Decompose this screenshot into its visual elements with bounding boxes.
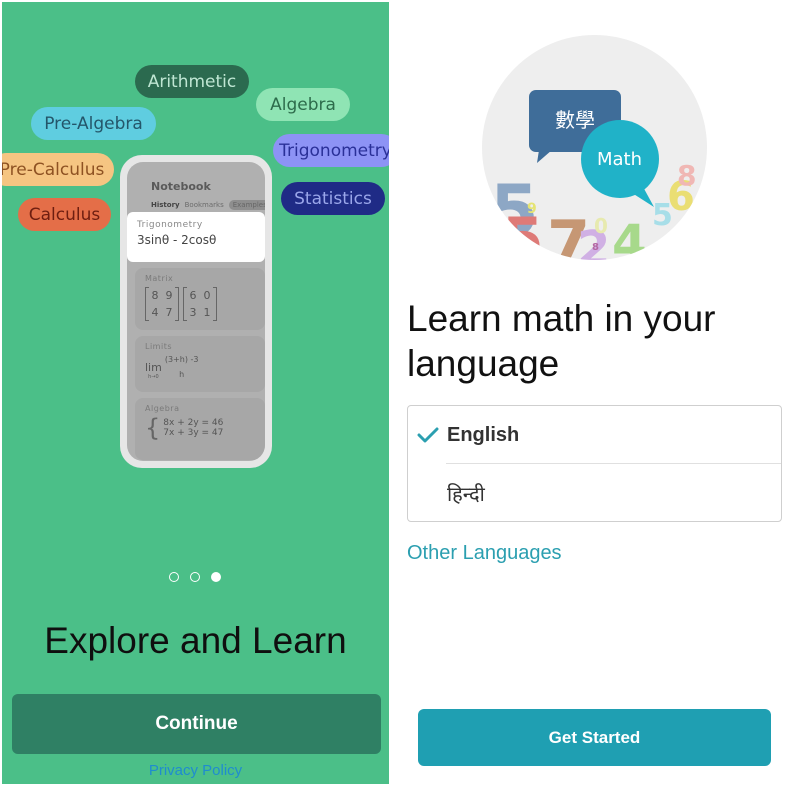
notebook-tab-examples: Examples — [228, 200, 265, 210]
language-option-english[interactable]: English — [408, 406, 781, 464]
matrix-cell: 7 — [165, 306, 173, 319]
language-list: English हिन्दी — [407, 405, 782, 522]
bubble-chinese-text: 數學 — [555, 108, 595, 132]
topic-chip-arithmetic: Arithmetic — [135, 65, 249, 98]
card-label: Limits — [145, 342, 172, 351]
language-label: हिन्दी — [447, 483, 485, 506]
card-label: Trigonometry — [137, 220, 203, 230]
topic-chip-statistics: Statistics — [281, 182, 385, 215]
card-label: Matrix — [145, 274, 174, 283]
notebook-tab-history: History — [151, 201, 180, 209]
example-card-algebra: Algebra { 8x + 2y = 46 7x + 3y = 47 — [135, 398, 265, 460]
equation: 8x + 2y = 46 — [163, 418, 224, 428]
title-line: Learn math in your — [407, 298, 716, 339]
page-dot[interactable] — [169, 572, 179, 582]
limit-operator: lim h→0 — [145, 361, 162, 380]
other-languages-link[interactable]: Other Languages — [407, 542, 562, 565]
digit-decoration: 5 — [502, 205, 544, 260]
page-dot-active[interactable] — [211, 572, 221, 582]
onboarding-screen: Arithmetic Algebra Pre-Algebra Trigonome… — [2, 2, 389, 784]
continue-button[interactable]: Continue — [12, 694, 381, 754]
screenshot-root: Arithmetic Algebra Pre-Algebra Trigonome… — [0, 0, 800, 786]
matrix-a: 8 9 4 7 — [145, 287, 179, 321]
notebook-preview: Notebook History Bookmarks Examples Trig… — [127, 162, 265, 461]
language-page-title: Learn math in your language — [407, 296, 716, 386]
page-dot[interactable] — [190, 572, 200, 582]
language-option-hindi[interactable]: हिन्दी — [408, 464, 781, 522]
limit-expression: lim h→0 (3+h) -3 h — [145, 355, 255, 380]
title-line: language — [407, 343, 560, 384]
matrix-cell: 0 — [203, 289, 211, 302]
limit-fraction: (3+h) -3 h — [165, 355, 199, 379]
matrix-cell: 6 — [189, 289, 197, 302]
phone-illustration: Notebook History Bookmarks Examples Trig… — [120, 155, 272, 468]
digit-decoration: 8 — [592, 242, 599, 253]
example-card-limits: Limits lim h→0 (3+h) -3 h — [135, 336, 265, 392]
lim-text: lim — [145, 361, 162, 374]
topic-chip-pre-algebra: Pre-Algebra — [31, 107, 156, 140]
language-label: English — [447, 423, 520, 446]
digit-decoration: 8 — [677, 159, 696, 192]
matrix-cell: 9 — [165, 289, 173, 302]
digit-decoration: 0 — [594, 214, 608, 238]
onboarding-title: Explore and Learn — [44, 620, 347, 661]
topic-chip-algebra: Algebra — [256, 88, 350, 121]
matrix-cell: 4 — [151, 306, 159, 319]
get-started-button[interactable]: Get Started — [418, 709, 771, 766]
example-card-matrix: Matrix 8 9 4 7 6 0 3 1 — [135, 268, 265, 330]
fraction-numerator: (3+h) -3 — [164, 355, 199, 364]
brace-icon: { — [145, 414, 161, 442]
topic-chip-pre-calculus: Pre-Calculus — [2, 153, 114, 186]
lim-subscript: h→0 — [148, 374, 159, 380]
digit-decoration: 4 — [612, 214, 647, 260]
fraction-denominator: h — [179, 370, 185, 379]
matrix-expression: 8 9 4 7 6 0 3 1 — [145, 287, 255, 321]
matrix-cell: 8 — [151, 289, 159, 302]
notebook-tabs: History Bookmarks Examples — [151, 200, 265, 210]
language-hero-illustration: 5 9 5 7 2 0 8 4 5 6 8 數學 Math — [482, 35, 707, 260]
topic-chip-calculus: Calculus — [18, 198, 111, 231]
matrix-b: 6 0 3 1 — [183, 287, 217, 321]
bubble-math-text: Math — [597, 149, 642, 170]
privacy-policy-link[interactable]: Privacy Policy — [2, 762, 389, 779]
card-expression: 3sinθ - 2cosθ — [137, 233, 217, 247]
matrix-cell: 1 — [203, 306, 211, 319]
notebook-title: Notebook — [151, 180, 211, 193]
equation: 7x + 3y = 47 — [163, 428, 224, 438]
checkmark-icon — [417, 427, 439, 443]
notebook-tab-bookmarks: Bookmarks — [184, 201, 224, 209]
speech-bubbles-icon: 5 9 5 7 2 0 8 4 5 6 8 數學 Math — [490, 90, 696, 260]
topic-chip-trigonometry: Trigonometry — [273, 134, 389, 167]
matrix-cell: 3 — [189, 306, 197, 319]
equation-system: { 8x + 2y = 46 7x + 3y = 47 — [145, 414, 255, 442]
example-card-trigonometry: Trigonometry 3sinθ - 2cosθ — [127, 212, 265, 262]
card-label: Algebra — [145, 404, 180, 413]
page-indicator — [169, 572, 221, 582]
